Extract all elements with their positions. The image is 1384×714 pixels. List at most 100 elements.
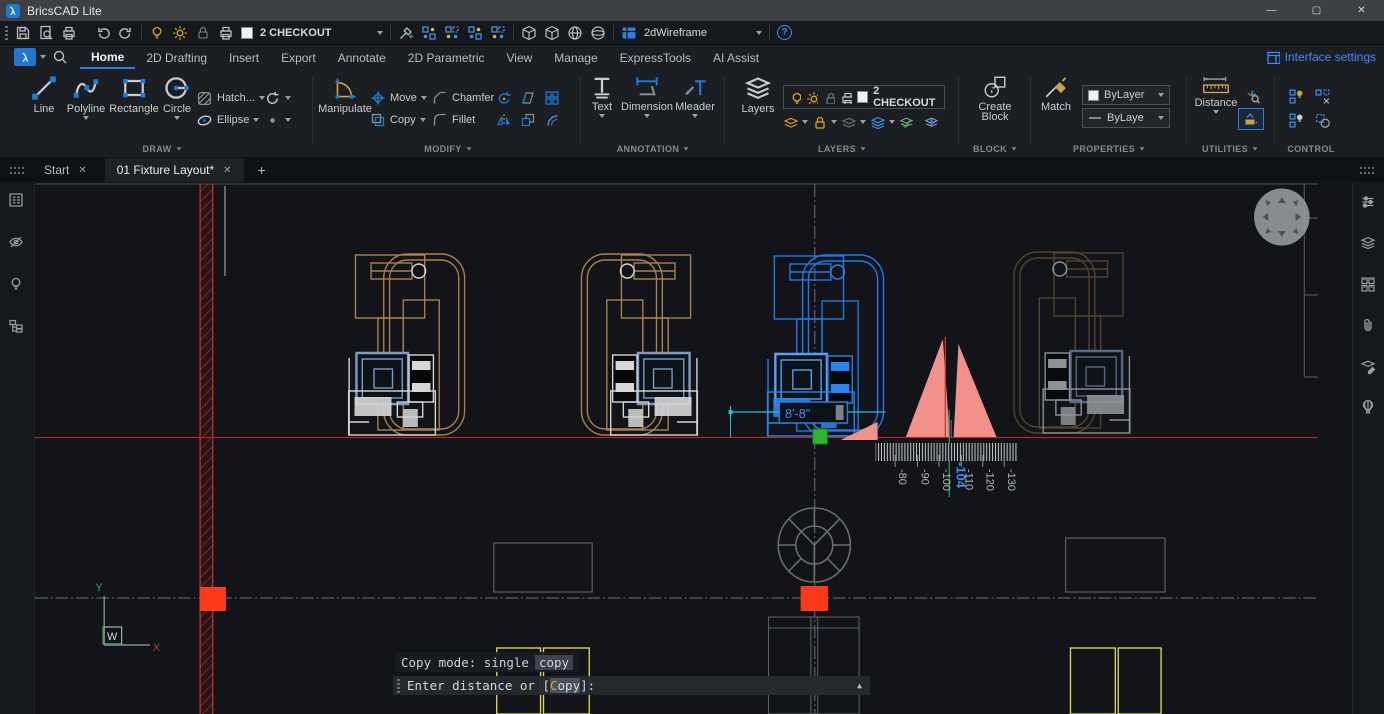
sphere-icon[interactable] [590,25,606,41]
column-wheel-symbol[interactable] [778,508,850,582]
tab-2d-drafting[interactable]: 2D Drafting [135,45,218,69]
array-button[interactable] [544,89,560,107]
panel-label-annotation[interactable]: ANNOTATION [584,144,722,154]
layer-freeze-button[interactable] [841,113,866,131]
panel-label-draw[interactable]: DRAW [14,144,310,154]
quick-measure-toggle[interactable] [1238,108,1264,130]
line-button[interactable]: Line [22,74,66,115]
checkout-fixture-4[interactable] [1014,252,1130,433]
tab-ai-assist[interactable]: AI Assist [702,45,770,69]
new-tab-button[interactable]: + [250,162,274,178]
layout-rectangle-right[interactable] [1066,538,1165,592]
insertion-marker-left[interactable] [200,587,226,611]
command-expand-arrow[interactable]: ▲ [857,681,862,690]
layer-states-button[interactable] [870,113,895,131]
select-matching-icon[interactable] [467,25,483,41]
tab-insert[interactable]: Insert [218,45,270,69]
chevron-down-icon[interactable] [377,31,383,35]
navigation-wheel[interactable] [1254,189,1310,246]
close-icon[interactable]: ✕ [223,165,231,176]
layer-plot-icon[interactable] [218,25,234,41]
match-properties-button[interactable]: Match [1034,74,1078,113]
redo-icon[interactable] [118,25,134,41]
dimension-button[interactable]: Dimension [618,74,676,118]
visual-style-dropdown[interactable]: 2dWireframe [644,27,707,39]
hatch-button[interactable]: Hatch... [196,89,265,107]
tab-annotate[interactable]: Annotate [327,45,397,69]
layers-panel-icon[interactable] [1360,235,1378,253]
taper-button[interactable] [520,89,536,107]
tabbar-grip[interactable] [10,167,26,174]
tab-home[interactable]: Home [80,45,135,69]
ellipse-button[interactable]: Ellipse [196,111,259,129]
application-button[interactable] [14,48,36,66]
attachments-panel-icon[interactable] [1360,317,1378,335]
properties-panel-icon[interactable] [8,192,26,210]
move-button[interactable]: Move [370,89,427,107]
box-icon[interactable] [521,25,537,41]
tab-view[interactable]: View [495,45,543,69]
drawing-canvas[interactable]: 8'-8" [35,182,1352,714]
checkout-fixture-1[interactable] [349,254,465,435]
undo-icon[interactable] [95,25,111,41]
manipulate-button[interactable]: Manipulate [316,74,374,115]
layout-rectangle-left[interactable] [494,543,592,592]
layer-lock-icon[interactable] [195,25,211,41]
control-isolate-button[interactable] [1314,87,1331,105]
selection-grip[interactable] [813,429,828,444]
quick-select-icon[interactable] [444,25,460,41]
copy-button[interactable]: Copy [370,111,426,129]
scale-button[interactable] [520,111,536,129]
control-visibility-button[interactable] [1288,87,1305,105]
help-icon[interactable]: ? [777,25,792,40]
command-bar-grip[interactable] [397,679,400,693]
chevron-down-icon[interactable] [756,31,762,35]
maximize-button[interactable]: ▢ [1294,0,1339,21]
text-button[interactable]: Text [584,74,620,118]
save-icon[interactable] [15,25,31,41]
sheets-panel-icon[interactable] [1360,358,1378,376]
ucs-icon[interactable]: Y X W [95,582,160,654]
rotate-button[interactable] [496,89,512,107]
selection-modes-icon[interactable] [490,25,506,41]
tab-document[interactable]: 01 Fixture Layout*✕ [105,158,244,182]
layer-isolate-button[interactable] [783,113,808,131]
render-materials-icon[interactable] [1360,399,1378,417]
light-icon[interactable] [8,276,26,294]
render-icon[interactable] [567,25,583,41]
command-input[interactable]: Enter distance or [Copy]: ▲ [393,676,870,695]
circle-button[interactable]: Circle [158,74,196,120]
layers-button[interactable]: Layers [736,74,780,115]
color-dropdown[interactable]: ByLayer [1082,85,1170,105]
layer-lock-toggle-button[interactable] [812,113,837,131]
minimize-button[interactable]: — [1249,0,1294,21]
tab-expresstools[interactable]: ExpressTools [609,45,702,69]
layer-on-icon[interactable] [789,91,801,104]
hatched-wall-column[interactable] [200,184,214,714]
layer-lock-icon[interactable] [823,91,835,104]
point-button[interactable] [264,111,291,129]
panel-label-utilities[interactable]: UTILITIES [1188,144,1272,154]
current-layer-dropdown[interactable]: 2 CHECKOUT [260,27,370,39]
layer-add-button[interactable] [924,113,939,131]
checkout-fixture-2[interactable] [581,254,697,435]
layer-thaw-icon[interactable] [172,25,188,41]
layer-thaw-icon[interactable] [806,91,818,104]
control-hide-button[interactable] [1288,111,1305,129]
print-icon[interactable] [61,25,77,41]
layer-state-combobox[interactable]: 2 CHECKOUT [783,85,945,109]
tab-start[interactable]: Start✕ [32,158,99,182]
blocks-panel-icon[interactable] [1360,276,1378,294]
toolbar-grip[interactable] [5,26,8,40]
polyline-button[interactable]: Polyline [62,74,110,120]
mirror-button[interactable] [496,111,512,129]
structure-panel-icon[interactable] [8,318,26,336]
panel-label-layers[interactable]: LAYERS [728,144,956,154]
layer-on-icon[interactable] [149,25,165,41]
mleader-button[interactable]: Mleader [672,74,718,118]
create-block-button[interactable]: CreateBlock [962,74,1028,123]
hide-objects-icon[interactable] [8,234,26,252]
layer-accept-button[interactable] [899,113,914,131]
offset-button[interactable] [544,111,560,129]
revision-cloud-button[interactable] [264,89,291,107]
